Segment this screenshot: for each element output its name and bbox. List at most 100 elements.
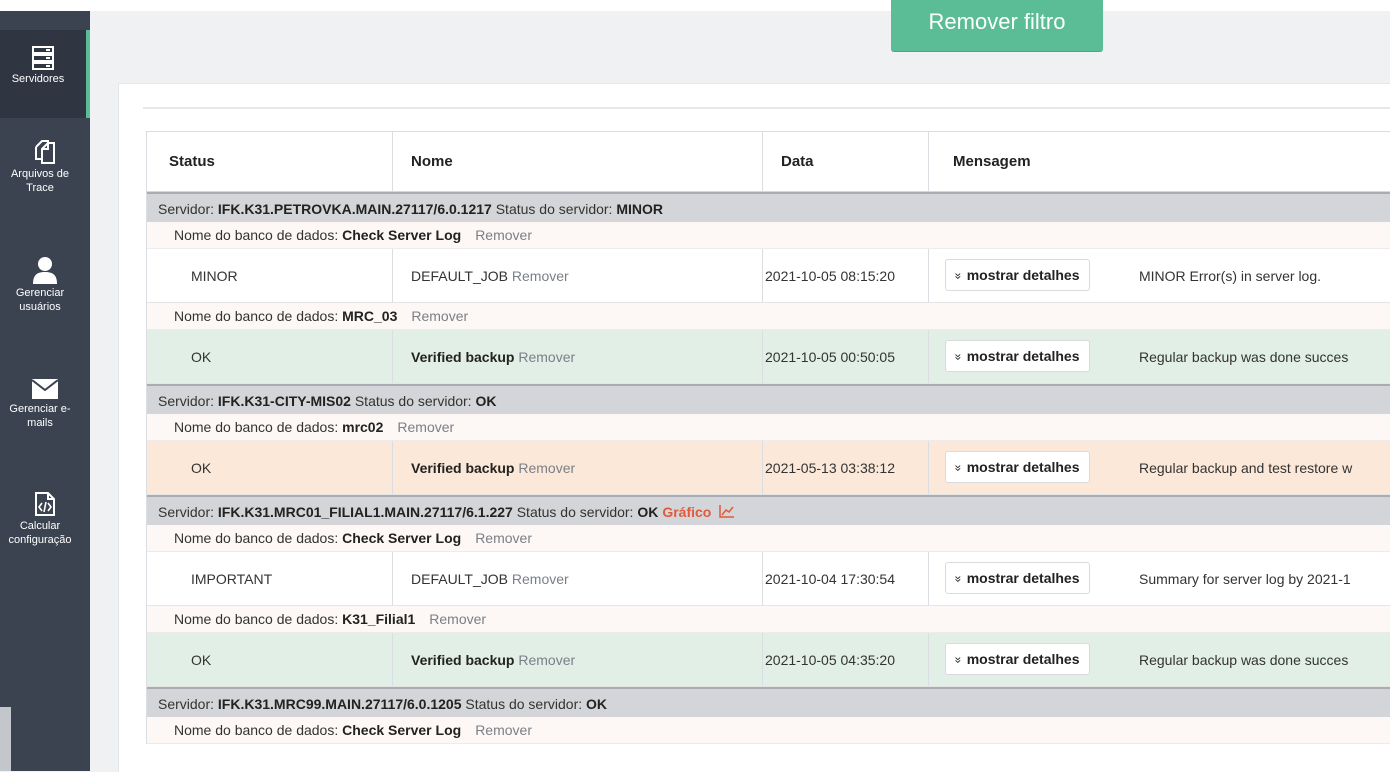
show-details-label: mostrar detalhes <box>966 348 1080 364</box>
sidebar-item-gerenciar-emails[interactable]: Gerenciar e- mails <box>0 378 90 478</box>
job-message: MINOR Error(s) in server log. <box>1139 268 1322 284</box>
database-row: Nome do banco de dados: Check Server Log… <box>147 222 1390 249</box>
header-status[interactable]: Status <box>147 132 393 191</box>
show-details-label: mostrar detalhes <box>966 570 1080 586</box>
database-name: Check Server Log <box>342 227 462 243</box>
remove-filter-button[interactable]: Remover filtro <box>891 0 1103 52</box>
job-name: Verified backup <box>411 349 515 365</box>
database-name: Check Server Log <box>342 722 462 738</box>
line-chart-icon[interactable] <box>719 504 735 518</box>
remove-database-link[interactable]: Remover <box>475 227 532 243</box>
remove-database-link[interactable]: Remover <box>429 611 486 627</box>
server-status-label: Status do servidor: <box>495 201 617 217</box>
remove-job-link[interactable]: Remover <box>518 460 575 476</box>
server-label: Servidor: <box>158 393 218 409</box>
database-row: Nome do banco de dados: Check Server Log… <box>147 717 1390 744</box>
job-date: 2021-05-13 03:38:12 <box>763 441 929 494</box>
server-name: IFK.K31.MRC01_FILIAL1.MAIN.27117/6.1.227 <box>217 504 513 520</box>
database-label: Nome do banco de dados: <box>174 722 343 738</box>
database-label: Nome do banco de dados: <box>174 530 343 546</box>
server-label: Servidor: <box>158 201 218 217</box>
job-date: 2021-10-05 08:15:20 <box>763 249 929 302</box>
double-chevron-down-icon: » <box>951 272 966 280</box>
server-row: Servidor: IFK.K31-CITY-MIS02 Status do s… <box>147 384 1390 414</box>
sidebar-item-calcular-configuracao[interactable]: Calcular configuração <box>0 491 90 591</box>
server-status-label: Status do servidor: <box>465 696 587 712</box>
database-name: Check Server Log <box>342 530 462 546</box>
server-icon <box>32 46 54 70</box>
job-status: MINOR <box>147 249 393 302</box>
remove-database-link[interactable]: Remover <box>475 530 532 546</box>
server-status: OK <box>637 504 659 520</box>
user-icon <box>33 257 57 284</box>
sidebar-footer <box>0 707 90 771</box>
table-body: Servidor: IFK.K31.PETROVKA.MAIN.27117/6.… <box>147 192 1390 744</box>
show-details-button[interactable]: »mostrar detalhes <box>945 643 1090 675</box>
sidebar-item-label: Gerenciar e- mails <box>9 403 71 429</box>
sidebar-item-arquivos-trace[interactable]: Arquivos de Trace <box>0 139 90 239</box>
job-name-cell: DEFAULT_JOB Remover <box>393 552 763 605</box>
table-row: MINOR DEFAULT_JOB Remover 2021-10-05 08:15… <box>147 249 1390 303</box>
server-label: Servidor: <box>158 696 218 712</box>
server-name: IFK.K31.PETROVKA.MAIN.27117/6.0.1217 <box>217 201 492 217</box>
server-row: Servidor: IFK.K31.PETROVKA.MAIN.27117/6.… <box>147 192 1390 222</box>
sidebar-item-label: Gerenciar usuários <box>15 287 65 313</box>
remove-job-link[interactable]: Remover <box>518 349 575 365</box>
header-data[interactable]: Data <box>763 132 929 191</box>
code-file-icon <box>35 492 55 516</box>
double-chevron-down-icon: » <box>951 656 966 664</box>
job-name-cell: Verified backup Remover <box>393 441 763 494</box>
remove-database-link[interactable]: Remover <box>475 722 532 738</box>
job-message: Regular backup was done succes <box>1139 349 1349 365</box>
table-row: OK Verified backup Remover 2021-10-05 04:3… <box>147 633 1390 687</box>
table-row: OK Verified backup Remover 2021-10-05 00:5… <box>147 330 1390 384</box>
show-details-button[interactable]: »mostrar detalhes <box>945 259 1090 291</box>
jobs-table: Status Nome Data Mensagem Servidor: IFK.… <box>146 131 1390 744</box>
remove-job-link[interactable]: Remover <box>518 652 575 668</box>
sidebar-item-servidores[interactable]: Servidores <box>0 30 90 118</box>
database-name: K31_Filial1 <box>342 611 416 627</box>
show-details-button[interactable]: »mostrar detalhes <box>945 451 1090 483</box>
remove-database-link[interactable]: Remover <box>411 308 468 324</box>
job-date: 2021-10-05 04:35:20 <box>763 633 929 686</box>
show-details-button[interactable]: »mostrar detalhes <box>945 340 1090 372</box>
remove-job-link[interactable]: Remover <box>512 571 569 587</box>
job-date: 2021-10-05 00:50:05 <box>763 330 929 383</box>
job-name: Verified backup <box>411 652 515 668</box>
show-details-label: mostrar detalhes <box>966 267 1080 283</box>
header-mensagem[interactable]: Mensagem <box>929 132 1390 191</box>
database-row: Nome do banco de dados: K31_Filial1 Remov… <box>147 606 1390 633</box>
top-strip <box>0 0 1390 11</box>
job-message: Regular backup was done succes <box>1139 652 1349 668</box>
job-name: DEFAULT_JOB <box>411 268 508 284</box>
job-message: Summary for server log by 2021-1 <box>1139 571 1351 587</box>
server-name: IFK.K31.MRC99.MAIN.27117/6.0.1205 <box>217 696 462 712</box>
remove-job-link[interactable]: Remover <box>512 268 569 284</box>
remove-database-link[interactable]: Remover <box>397 419 454 435</box>
server-row: Servidor: IFK.K31.MRC99.MAIN.27117/6.0.1… <box>147 687 1390 717</box>
server-status: MINOR <box>616 201 664 217</box>
job-status: IMPORTANT <box>147 552 393 605</box>
sidebar: Servidores Arquivos de Trace Gerenciar u… <box>0 11 90 771</box>
table-header: Status Nome Data Mensagem <box>147 132 1390 192</box>
job-name: DEFAULT_JOB <box>411 571 508 587</box>
show-details-label: mostrar detalhes <box>966 459 1080 475</box>
show-details-label: mostrar detalhes <box>966 651 1080 667</box>
database-name: MRC_03 <box>342 308 398 324</box>
job-name-cell: Verified backup Remover <box>393 330 763 383</box>
server-status: OK <box>475 393 497 409</box>
chart-link[interactable]: Gráfico <box>662 504 711 520</box>
show-details-button[interactable]: »mostrar detalhes <box>945 562 1090 594</box>
sidebar-item-label: Calcular configuração <box>8 520 72 546</box>
header-nome[interactable]: Nome <box>393 132 763 191</box>
database-row: Nome do banco de dados: mrc02 Remover <box>147 414 1390 441</box>
server-name: IFK.K31-CITY-MIS02 <box>217 393 351 409</box>
database-label: Nome do banco de dados: <box>174 611 343 627</box>
files-icon <box>35 140 55 164</box>
server-status: OK <box>586 696 608 712</box>
divider <box>143 107 1390 109</box>
job-status: OK <box>147 330 393 383</box>
job-status: OK <box>147 441 393 494</box>
sidebar-item-gerenciar-usuarios[interactable]: Gerenciar usuários <box>0 256 90 356</box>
server-status-label: Status do servidor: <box>516 504 638 520</box>
